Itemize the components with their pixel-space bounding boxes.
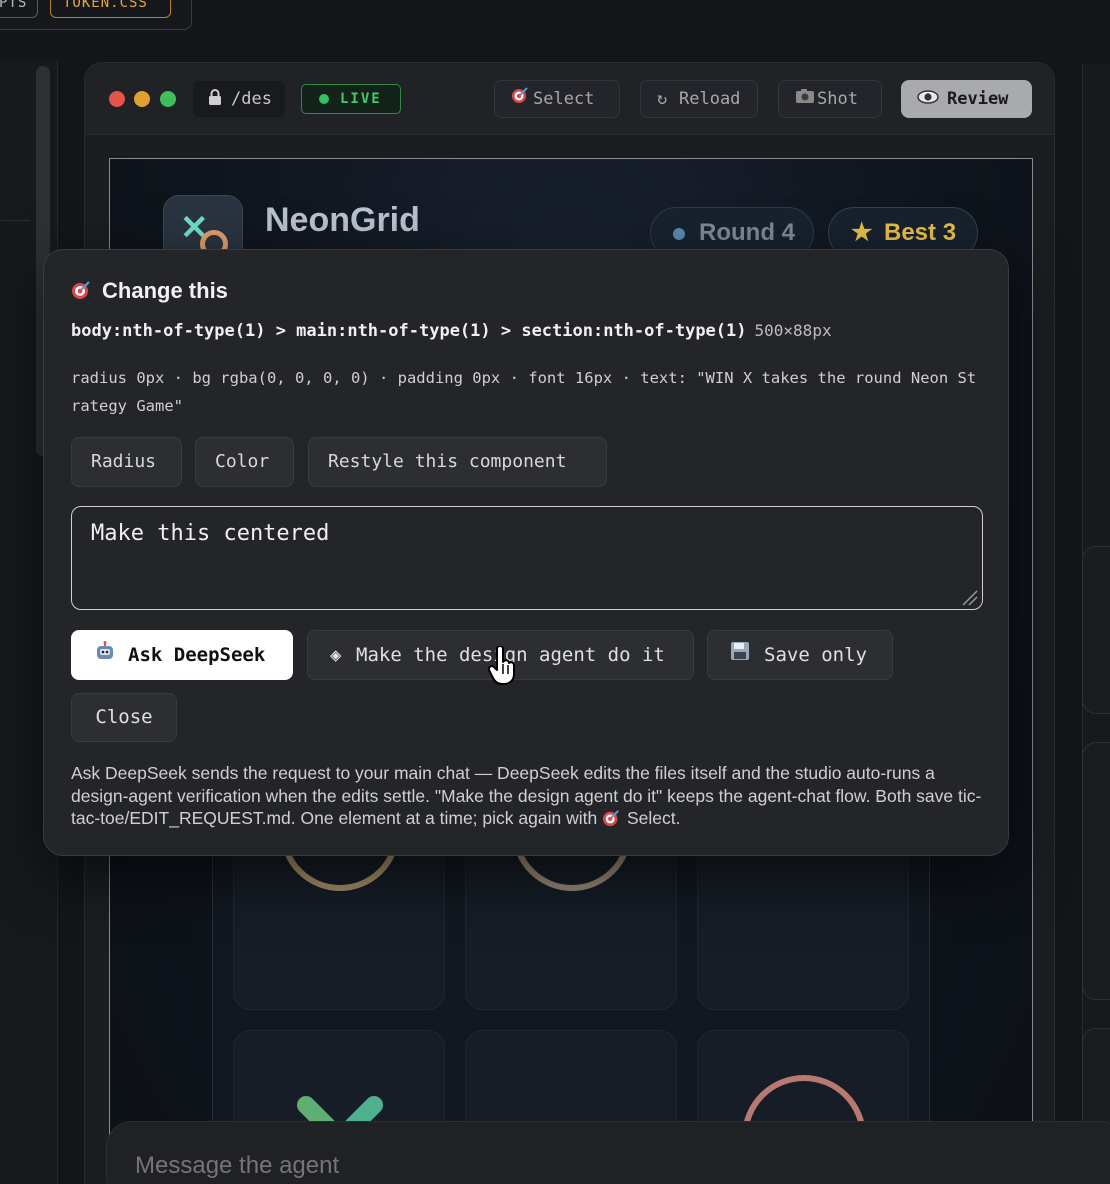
ask-deepseek-button[interactable]: Ask DeepSeek (71, 630, 293, 680)
lock-icon (209, 89, 221, 105)
radius-chip[interactable]: Radius (71, 437, 182, 487)
message-input[interactable] (135, 1152, 735, 1180)
help-text: Ask DeepSeek sends the request to your m… (71, 762, 991, 830)
right-card (1082, 742, 1110, 1000)
shot-label: Shot (817, 89, 858, 109)
reload-label: Reload (679, 89, 741, 109)
window-close-dot[interactable] (109, 91, 125, 107)
file-tab-pts[interactable]: PTS (0, 0, 38, 18)
selector-line: body:nth-of-type(1) > main:nth-of-type(1… (71, 321, 832, 341)
review-button[interactable]: Review (901, 80, 1032, 118)
help-text-body: Ask DeepSeek sends the request to your m… (71, 763, 982, 828)
target-icon (603, 810, 620, 827)
brand-title: NeonGrid (265, 201, 420, 239)
ask-deepseek-label: Ask DeepSeek (128, 644, 266, 666)
sidebar-divider (0, 220, 30, 221)
browser-toolbar: /des LIVE Select ↻ Reload Shot Review (85, 63, 1054, 135)
request-input[interactable] (71, 506, 983, 610)
camera-icon (795, 81, 817, 117)
right-card (1082, 546, 1110, 714)
round-dot-icon (673, 228, 685, 240)
live-dot-icon (319, 94, 329, 104)
target-icon (71, 281, 98, 302)
save-only-button[interactable]: Save only (707, 630, 893, 680)
restyle-chip[interactable]: Restyle this component (308, 437, 607, 487)
popover-title-text: Change this (102, 278, 228, 303)
hand-cursor-icon (488, 646, 515, 685)
reload-icon: ↻ (657, 89, 668, 109)
board-cell[interactable] (465, 771, 677, 1010)
diamond-icon: ◈ (330, 644, 342, 666)
board-cell[interactable] (697, 830, 909, 1010)
select-button[interactable]: Select (494, 80, 620, 118)
message-bar (106, 1121, 1110, 1184)
round-label: Round 4 (699, 219, 795, 246)
popover-title: Change this (71, 278, 228, 304)
best-label: Best 3 (884, 219, 957, 246)
url-text: /des (231, 89, 272, 109)
review-label: Review (947, 89, 1009, 109)
shot-button[interactable]: Shot (778, 80, 882, 118)
change-this-popover: Change this body:nth-of-type(1) > main:n… (43, 249, 1009, 856)
reload-button[interactable]: ↻ Reload (640, 80, 758, 118)
resize-grip-icon[interactable] (957, 585, 979, 607)
select-label: Select (533, 89, 595, 109)
window-minimize-dot[interactable] (134, 91, 150, 107)
live-badge: LIVE (301, 84, 401, 114)
url-field[interactable]: /des (193, 81, 285, 117)
robot-icon (94, 631, 128, 679)
window-maximize-dot[interactable] (160, 91, 176, 107)
target-icon (511, 81, 533, 117)
board-cell[interactable] (233, 771, 445, 1010)
floppy-disk-icon (730, 631, 764, 679)
element-properties: radius 0px · bg rgba(0, 0, 0, 0) · paddi… (71, 369, 977, 415)
css-selector: body:nth-of-type(1) > main:nth-of-type(1… (71, 321, 747, 341)
live-label: LIVE (340, 91, 382, 107)
eye-icon (917, 80, 947, 118)
file-tab-token-css[interactable]: TOKEN.CSS (50, 0, 171, 18)
close-button[interactable]: Close (71, 693, 177, 742)
save-only-label: Save only (764, 644, 867, 666)
help-text-suffix: Select. (626, 808, 681, 828)
element-dimensions: 500×88px (754, 321, 832, 340)
color-chip[interactable]: Color (195, 437, 294, 487)
